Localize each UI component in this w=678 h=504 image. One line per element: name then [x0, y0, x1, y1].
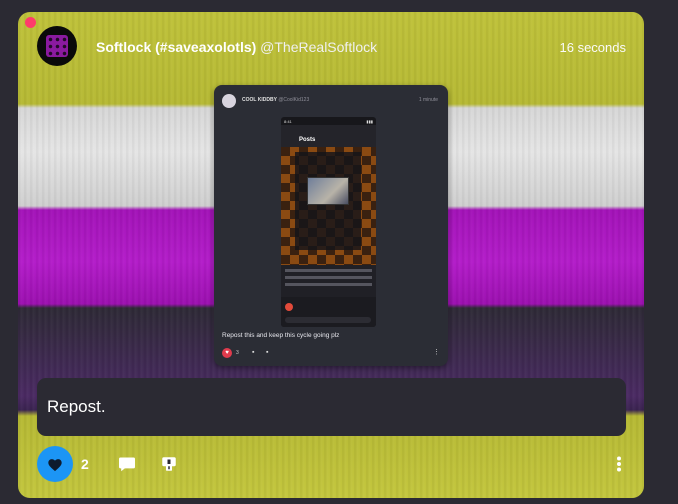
- author-name[interactable]: Softlock (#saveaxolotls): [96, 39, 256, 55]
- action-bar: 2: [37, 446, 626, 486]
- reply-button[interactable]: [117, 455, 137, 473]
- embed-phone-screenshot: 8:41 ▮▮▮ Posts: [281, 117, 376, 327]
- vertical-ellipsis-icon: [617, 456, 621, 472]
- like-button[interactable]: [37, 446, 73, 482]
- repost-button[interactable]: [159, 454, 179, 474]
- embed-post-text: Repost this and keep this cycle going pl…: [222, 332, 340, 339]
- repost-icon: [162, 457, 176, 471]
- post-timestamp: 16 seconds: [559, 40, 627, 55]
- heart-icon: [48, 458, 62, 471]
- author-handle[interactable]: @TheRealSoftlock: [260, 39, 377, 55]
- embed-reply-icon: ▪: [252, 349, 255, 356]
- embed-like-count: 3: [236, 350, 239, 356]
- embedded-image[interactable]: COOL KIDDBY @CoolKid123 1 minute 8:41 ▮▮…: [214, 85, 448, 366]
- embed-author-handle: @CoolKid123: [278, 97, 310, 103]
- phone-reply-area: [281, 297, 376, 327]
- more-options-button[interactable]: [612, 454, 626, 474]
- phone-post-image: [307, 177, 349, 205]
- feed: Softlock (#saveaxolotls) @TheRealSoftloc…: [0, 0, 678, 504]
- phone-signal-icon: ▮▮▮: [366, 119, 373, 124]
- like-count: 2: [81, 456, 89, 472]
- embed-author-name: COOL KIDDBY: [242, 97, 277, 103]
- purple-dotted-cube-icon: [46, 35, 68, 57]
- post-body: Repost.: [37, 378, 626, 436]
- author-line[interactable]: Softlock (#saveaxolotls) @TheRealSoftloc…: [96, 39, 377, 55]
- embed-action-bar: ♥ 3 ▪ ▪ ⋮: [222, 348, 440, 358]
- embed-avatar: [222, 94, 236, 108]
- post-text: Repost.: [47, 397, 106, 416]
- phone-comment-strip: [281, 265, 376, 297]
- phone-header-title: Posts: [299, 137, 316, 143]
- phone-header: Posts: [281, 125, 376, 147]
- embed-timestamp: 1 minute: [418, 97, 438, 103]
- phone-reply-input: [285, 317, 371, 323]
- embed-author-line: COOL KIDDBY @CoolKid123: [242, 97, 309, 103]
- post-card: Softlock (#saveaxolotls) @TheRealSoftloc…: [18, 12, 644, 498]
- phone-reply-avatar: [285, 303, 293, 311]
- phone-clock: 8:41: [284, 119, 292, 124]
- speech-bubble-icon: [119, 457, 135, 472]
- phone-status-bar: 8:41 ▮▮▮: [281, 117, 376, 125]
- author-avatar[interactable]: [37, 26, 77, 66]
- embed-repost-icon: ▪: [266, 349, 269, 356]
- notification-dot: [25, 17, 36, 28]
- embed-more-icon: ⋮: [433, 349, 440, 356]
- embed-heart-icon: ♥: [222, 348, 232, 358]
